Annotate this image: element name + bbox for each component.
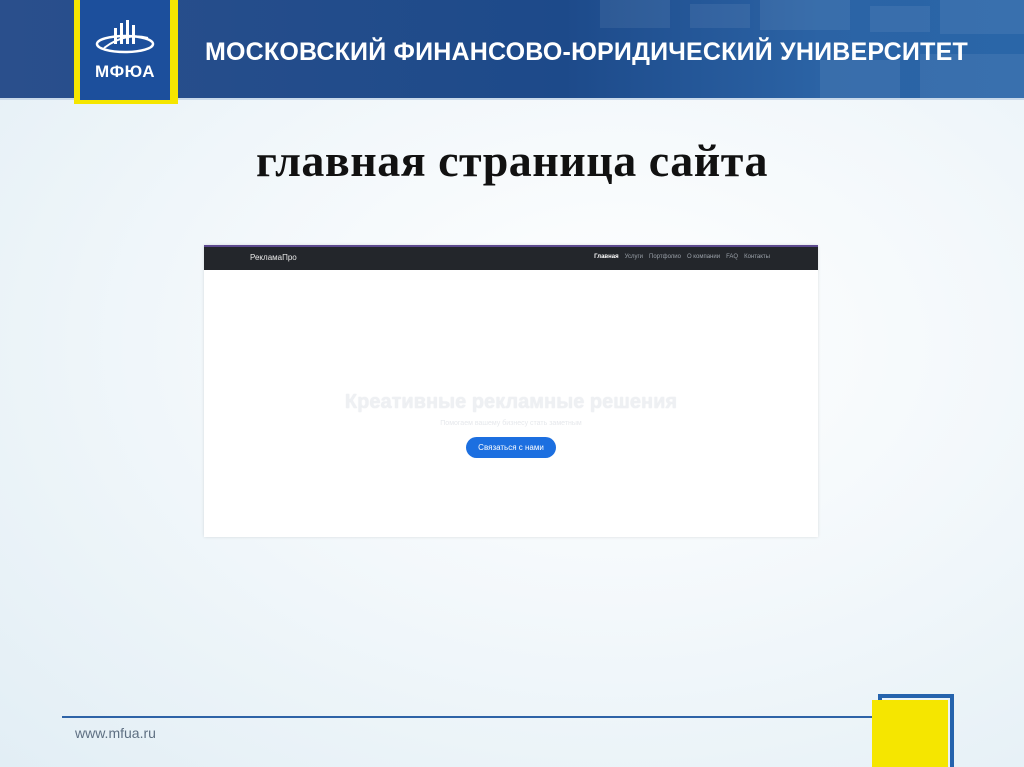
logo[interactable]: МФЮА [74,0,178,104]
nav-item-portfolio[interactable]: Портфолио [649,254,681,260]
footer-line [62,716,880,718]
website-menu: Главная Услуги Портфолио О компании FAQ … [594,254,770,260]
website-navbar: РекламаПро Главная Услуги Портфолио О ко… [204,245,818,270]
footer-url[interactable]: www.mfua.ru [75,725,156,741]
university-emblem-icon [95,20,155,54]
website-screenshot: РекламаПро Главная Услуги Портфолио О ко… [204,245,818,537]
university-name: МОСКОВСКИЙ ФИНАНСОВО-ЮРИДИЧЕСКИЙ УНИВЕРС… [205,38,968,66]
contact-us-button[interactable]: Связаться с нами [466,437,556,458]
nav-item-about[interactable]: О компании [687,254,720,260]
nav-item-home[interactable]: Главная [594,254,618,260]
slide-title: главная страница сайта [256,135,768,186]
logo-text: МФЮА [94,62,156,81]
logo-panel: МФЮА [80,0,170,100]
nav-item-contacts[interactable]: Контакты [744,254,770,260]
nav-item-faq[interactable]: FAQ [726,254,738,260]
website-brand[interactable]: РекламаПро [250,253,297,262]
nav-item-services[interactable]: Услуги [625,254,643,260]
hero-subtitle: Помогаем вашему бизнесу стать заметным [440,420,582,427]
hero-title: Креативные рекламные решения [344,391,678,413]
corner-decoration-square [872,700,948,767]
